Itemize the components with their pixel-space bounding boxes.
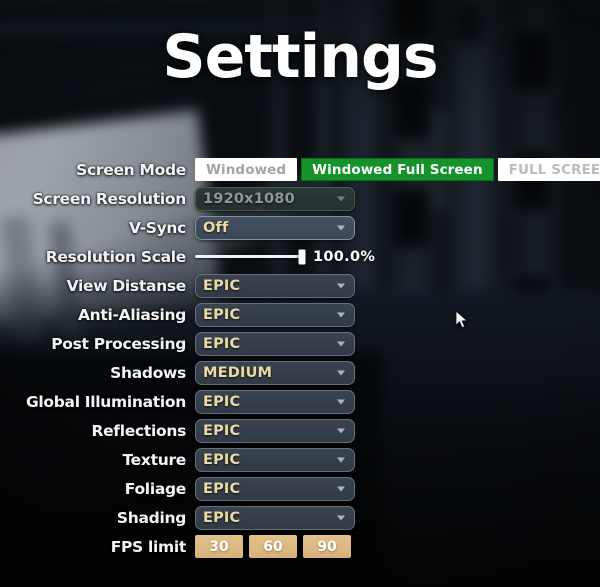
fps-limit-option-30[interactable]: 30 — [195, 535, 243, 558]
post-processing-dropdown[interactable]: EPIC — [195, 331, 355, 356]
fps-limit-button-group: 30 60 90 — [195, 535, 600, 558]
setting-label-post-processing: Post Processing — [51, 334, 186, 353]
page-title: Settings — [162, 22, 438, 92]
shading-dropdown[interactable]: EPIC — [195, 505, 355, 530]
setting-row-shading: Shading EPIC — [0, 503, 600, 532]
chevron-down-icon — [337, 225, 345, 230]
texture-dropdown[interactable]: EPIC — [195, 447, 355, 472]
foliage-dropdown[interactable]: EPIC — [195, 476, 355, 501]
fps-limit-option-90[interactable]: 90 — [303, 535, 351, 558]
vsync-value: Off — [203, 219, 229, 236]
anti-aliasing-dropdown[interactable]: EPIC — [195, 302, 355, 327]
screen-mode-option-windowed-full-screen[interactable]: Windowed Full Screen — [301, 158, 494, 181]
setting-label-foliage: Foliage — [124, 479, 187, 498]
shadows-value: MEDIUM — [203, 364, 273, 381]
setting-row-vsync: V-Sync Off — [0, 213, 600, 242]
view-distance-value: EPIC — [203, 277, 241, 294]
reflections-value: EPIC — [203, 422, 241, 439]
slider-handle[interactable] — [298, 249, 306, 264]
setting-row-screen-resolution: Screen Resolution 1920x1080 — [0, 184, 600, 213]
setting-label-anti-aliasing: Anti-Aliasing — [77, 305, 186, 324]
setting-label-screen-resolution: Screen Resolution — [32, 189, 187, 208]
fps-limit-option-60[interactable]: 60 — [249, 535, 297, 558]
setting-row-shadows: Shadows MEDIUM — [0, 358, 600, 387]
screen-mode-button-group: Windowed Windowed Full Screen FULL SCREE… — [195, 158, 600, 181]
setting-label-view-distance: View Distanse — [66, 276, 187, 295]
chevron-down-icon — [337, 341, 345, 346]
setting-row-post-processing: Post Processing EPIC — [0, 329, 600, 358]
chevron-down-icon — [337, 428, 345, 433]
chevron-down-icon — [337, 399, 345, 404]
setting-row-anti-aliasing: Anti-Aliasing EPIC — [0, 300, 600, 329]
screen-resolution-dropdown[interactable]: 1920x1080 — [195, 186, 355, 211]
setting-label-resolution-scale: Resolution Scale — [45, 247, 187, 266]
setting-label-fps-limit: FPS limit — [110, 537, 187, 556]
anti-aliasing-value: EPIC — [203, 306, 241, 323]
setting-row-screen-mode: Screen Mode Windowed Windowed Full Scree… — [0, 155, 600, 184]
chevron-down-icon — [337, 196, 345, 201]
settings-list: Screen Mode Windowed Windowed Full Scree… — [0, 155, 600, 561]
setting-label-screen-mode: Screen Mode — [76, 160, 186, 179]
foliage-value: EPIC — [203, 480, 241, 497]
setting-row-texture: Texture EPIC — [0, 445, 600, 474]
setting-label-vsync: V-Sync — [129, 218, 186, 237]
texture-value: EPIC — [203, 451, 241, 468]
setting-row-view-distance: View Distanse EPIC — [0, 271, 600, 300]
shading-value: EPIC — [203, 509, 241, 526]
setting-label-texture: Texture — [122, 450, 186, 469]
slider-track[interactable] — [195, 249, 306, 264]
shadows-dropdown[interactable]: MEDIUM — [195, 360, 355, 385]
setting-row-reflections: Reflections EPIC — [0, 416, 600, 445]
setting-label-reflections: Reflections — [91, 421, 186, 440]
screen-mode-option-full-screen[interactable]: FULL SCREEN — [497, 158, 600, 181]
resolution-scale-value: 100.0% — [313, 248, 376, 265]
chevron-down-icon — [337, 283, 345, 288]
resolution-scale-slider[interactable]: 100.0% — [195, 249, 375, 265]
chevron-down-icon — [337, 312, 345, 317]
setting-row-foliage: Foliage EPIC — [0, 474, 600, 503]
screen-mode-option-windowed[interactable]: Windowed — [195, 158, 298, 181]
global-illumination-dropdown[interactable]: EPIC — [195, 389, 355, 414]
reflections-dropdown[interactable]: EPIC — [195, 418, 355, 443]
chevron-down-icon — [337, 515, 345, 520]
post-processing-value: EPIC — [203, 335, 241, 352]
chevron-down-icon — [337, 370, 345, 375]
setting-label-shading: Shading — [116, 508, 186, 527]
setting-row-resolution-scale: Resolution Scale 100.0% — [0, 242, 600, 271]
chevron-down-icon — [337, 457, 345, 462]
view-distance-dropdown[interactable]: EPIC — [195, 273, 355, 298]
setting-label-global-illumination: Global Illumination — [25, 392, 186, 411]
chevron-down-icon — [337, 486, 345, 491]
setting-row-global-illumination: Global Illumination EPIC — [0, 387, 600, 416]
setting-label-shadows: Shadows — [110, 363, 186, 382]
vsync-dropdown[interactable]: Off — [195, 215, 355, 240]
screen-resolution-value: 1920x1080 — [203, 190, 295, 207]
setting-row-fps-limit: FPS limit 30 60 90 — [0, 532, 600, 561]
global-illumination-value: EPIC — [203, 393, 241, 410]
